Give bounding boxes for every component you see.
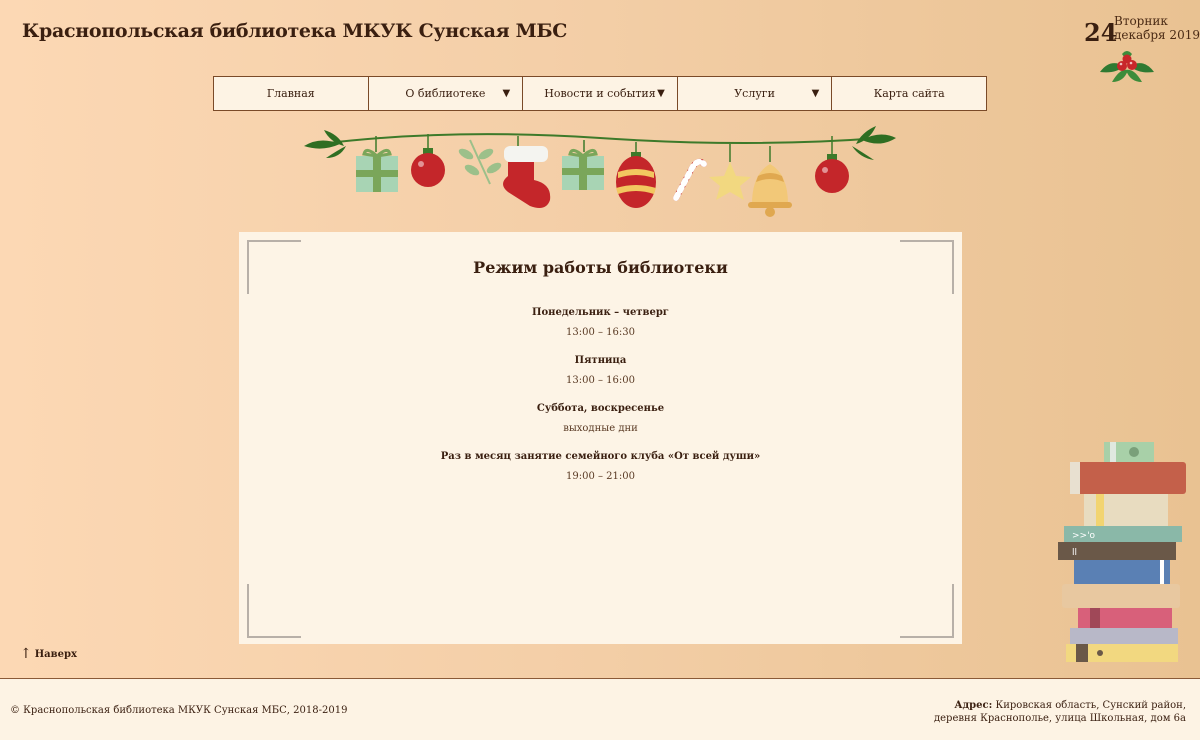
back-to-top-link[interactable]: ↑ Наверх xyxy=(20,646,77,662)
svg-text:ll: ll xyxy=(1072,548,1077,558)
schedule-value: 13:00 – 16:30 xyxy=(566,327,635,338)
schedule-label: Понедельник – четверг xyxy=(532,307,669,318)
content-card: Режим работы библиотеки Понедельник – че… xyxy=(239,232,962,644)
chevron-down-icon: ▼ xyxy=(502,88,511,99)
date-weekday: Вторник xyxy=(1114,14,1168,28)
schedule-value: 19:00 – 21:00 xyxy=(566,471,635,482)
address-block: Адрес: Кировская область, Сунский район,… xyxy=(934,699,1186,725)
date-day: 24 xyxy=(1084,18,1118,47)
schedule-value: 13:00 – 16:00 xyxy=(566,375,635,386)
address-label: Адрес: xyxy=(954,700,993,711)
nav-item-label: О библиотеке xyxy=(405,87,486,100)
corner-ornament xyxy=(900,584,954,638)
schedule-entry: Понедельник – четверг 13:00 – 16:30 xyxy=(239,306,962,354)
opening-hours: Понедельник – четверг 13:00 – 16:30 Пятн… xyxy=(239,306,962,498)
schedule-entry: Пятница 13:00 – 16:00 xyxy=(239,354,962,402)
svg-text:>>'o: >>'o xyxy=(1072,531,1096,541)
nav-item-about[interactable]: О библиотеке ▼ xyxy=(369,77,524,110)
arrow-up-icon: ↑ xyxy=(20,646,32,662)
holly-icon xyxy=(1100,51,1154,82)
nav-item-label: Главная xyxy=(266,87,315,100)
address-line-1: Кировская область, Сунский район, xyxy=(995,700,1187,711)
date-month-year: декабря 2019 xyxy=(1114,28,1200,42)
copyright-text: © Краснопольская библиотека МКУК Сунская… xyxy=(10,705,348,716)
date-widget: 24 Вторник декабря 2019 xyxy=(1084,14,1200,86)
schedule-value: выходные дни xyxy=(563,423,638,434)
schedule-entry: Суббота, воскресенье выходные дни xyxy=(239,402,962,450)
nav-item-label: Услуги xyxy=(734,87,775,100)
corner-ornament xyxy=(247,584,301,638)
back-to-top-label: Наверх xyxy=(34,648,77,660)
nav-item-news[interactable]: Новости и события ▼ xyxy=(523,77,678,110)
site-title[interactable]: Краснопольская библиотека МКУК Сунская М… xyxy=(22,20,567,42)
main-navigation: Главная О библиотеке ▼ Новости и события… xyxy=(213,76,987,111)
book-stack-icon: >>'o ll xyxy=(1058,442,1186,662)
chevron-down-icon: ▼ xyxy=(811,88,820,99)
nav-item-services[interactable]: Услуги ▼ xyxy=(678,77,833,110)
chevron-down-icon: ▼ xyxy=(657,88,665,99)
christmas-garland-icon xyxy=(304,126,896,217)
schedule-label: Раз в месяц занятие семейного клуба «От … xyxy=(440,451,761,462)
nav-item-label: Карта сайта xyxy=(873,87,945,100)
page-title: Режим работы библиотеки xyxy=(473,258,728,277)
schedule-label: Суббота, воскресенье xyxy=(536,403,665,414)
schedule-entry: Раз в месяц занятие семейного клуба «От … xyxy=(239,450,962,498)
address-line-2: деревня Краснополье, улица Школьная, дом… xyxy=(933,713,1186,724)
footer: © Краснопольская библиотека МКУК Сунская… xyxy=(0,678,1200,740)
schedule-label: Пятница xyxy=(574,355,627,366)
nav-item-sitemap[interactable]: Карта сайта xyxy=(832,77,986,110)
nav-item-label: Новости и события xyxy=(544,87,656,100)
nav-item-home[interactable]: Главная xyxy=(214,77,369,110)
